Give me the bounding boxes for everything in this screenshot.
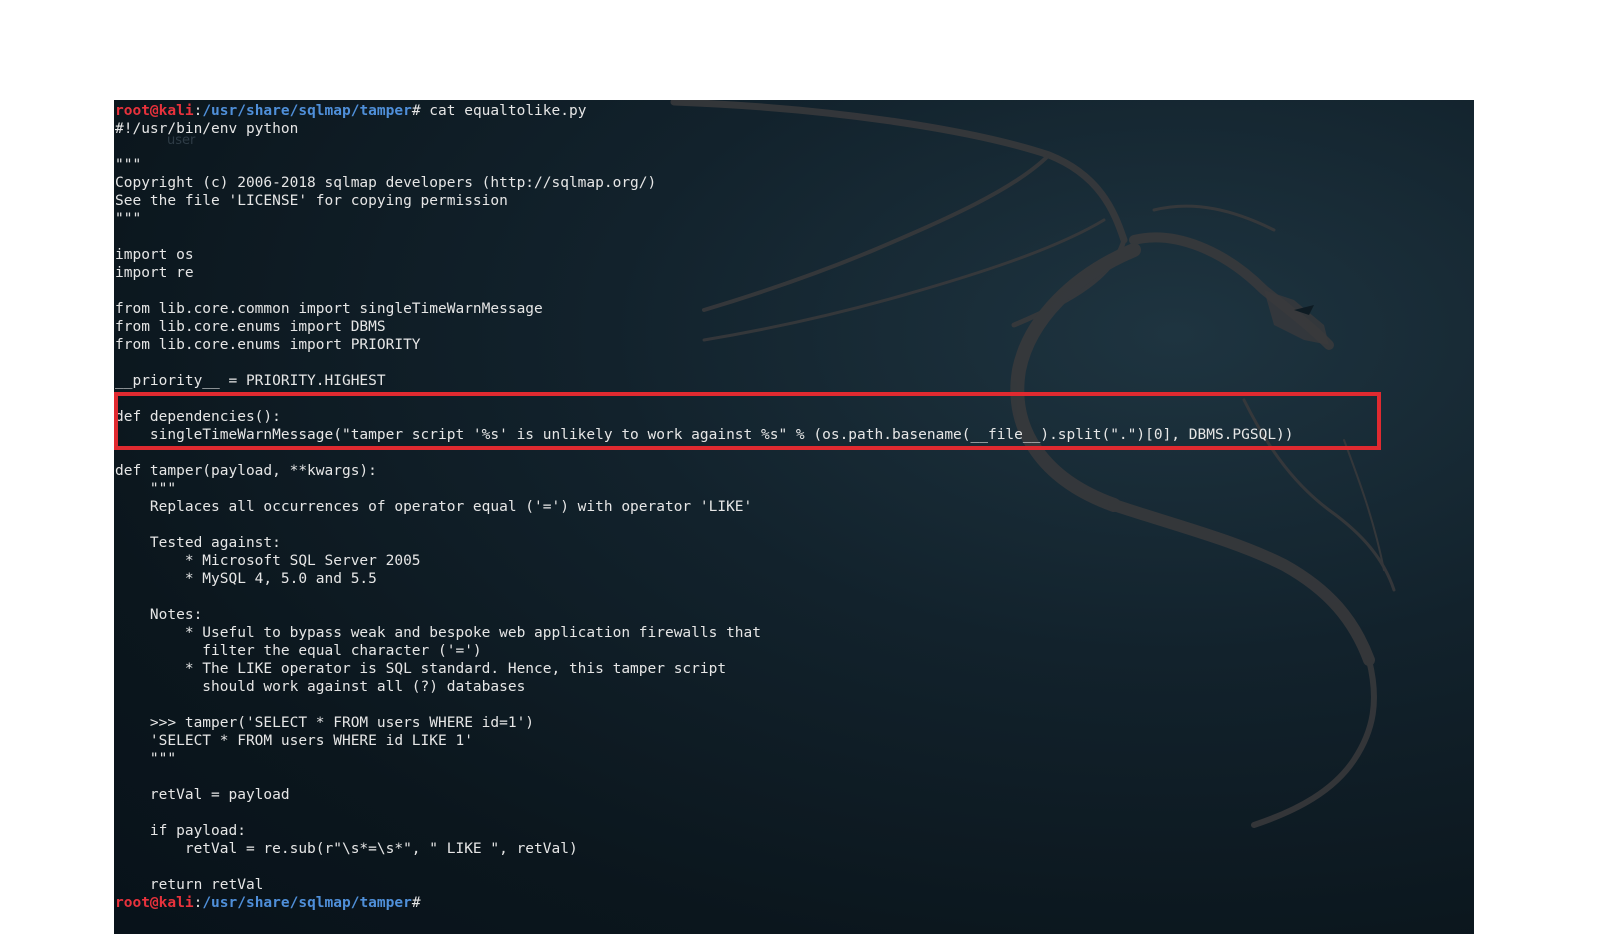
prompt-separator: : (193, 103, 203, 119)
code-line: Tested against: (115, 535, 281, 551)
terminal-output[interactable]: root@kali:/usr/share/sqlmap/tamper# cat … (115, 102, 1294, 912)
prompt-user-host: root@kali (115, 103, 194, 119)
code-line: See the file 'LICENSE' for copying permi… (115, 193, 508, 209)
code-line: retVal = re.sub(r"\s*=\s*", " LIKE ", re… (115, 841, 578, 857)
prompt-symbol: # (411, 895, 421, 911)
code-line: * Microsoft SQL Server 2005 (115, 553, 421, 569)
code-line: Copyright (c) 2006-2018 sqlmap developer… (115, 175, 657, 191)
code-line: 'SELECT * FROM users WHERE id LIKE 1' (115, 733, 473, 749)
code-line: import re (115, 265, 194, 281)
code-line: #!/usr/bin/env python (115, 121, 299, 137)
prompt-line-final: root@kali:/usr/share/sqlmap/tamper# (115, 894, 1294, 912)
code-line: Replaces all occurrences of operator equ… (115, 499, 753, 515)
code-line: if payload: (115, 823, 246, 839)
code-line: >>> tamper('SELECT * FROM users WHERE id… (115, 715, 535, 731)
code-line: should work against all (?) databases (115, 679, 526, 695)
code-line: retVal = payload (115, 787, 290, 803)
prompt-line-command: root@kali:/usr/share/sqlmap/tamper# cat … (115, 102, 1294, 120)
prompt-command: cat equaltolike.py (420, 103, 587, 119)
code-line: """ (115, 157, 142, 173)
code-line: * The LIKE operator is SQL standard. Hen… (115, 661, 727, 677)
prompt-separator: : (193, 895, 203, 911)
code-line: * Useful to bypass weak and bespoke web … (115, 625, 762, 641)
prompt-path: /usr/share/sqlmap/tamper (202, 895, 412, 911)
code-line: """ (115, 211, 142, 227)
code-line: filter the equal character ('=') (115, 643, 482, 659)
code-line: from lib.core.common import singleTimeWa… (115, 301, 543, 317)
code-line: import os (115, 247, 194, 263)
prompt-user-host: root@kali (115, 895, 194, 911)
code-line: Notes: (115, 607, 203, 623)
terminal-window[interactable]: user root@kali:/usr/share/sqlmap/tamper#… (114, 100, 1474, 934)
code-line: * MySQL 4, 5.0 and 5.5 (115, 571, 377, 587)
code-line: return retVal (115, 877, 264, 893)
code-line: """ (115, 481, 177, 497)
code-line: from lib.core.enums import DBMS (115, 319, 386, 335)
prompt-symbol: # (411, 103, 421, 119)
code-line: __priority__ = PRIORITY.HIGHEST (115, 373, 386, 389)
prompt-path: /usr/share/sqlmap/tamper (202, 103, 412, 119)
code-line: from lib.core.enums import PRIORITY (115, 337, 421, 353)
code-line: """ (115, 751, 177, 767)
highlight-box (114, 392, 1381, 450)
code-line: def tamper(payload, **kwargs): (115, 463, 377, 479)
